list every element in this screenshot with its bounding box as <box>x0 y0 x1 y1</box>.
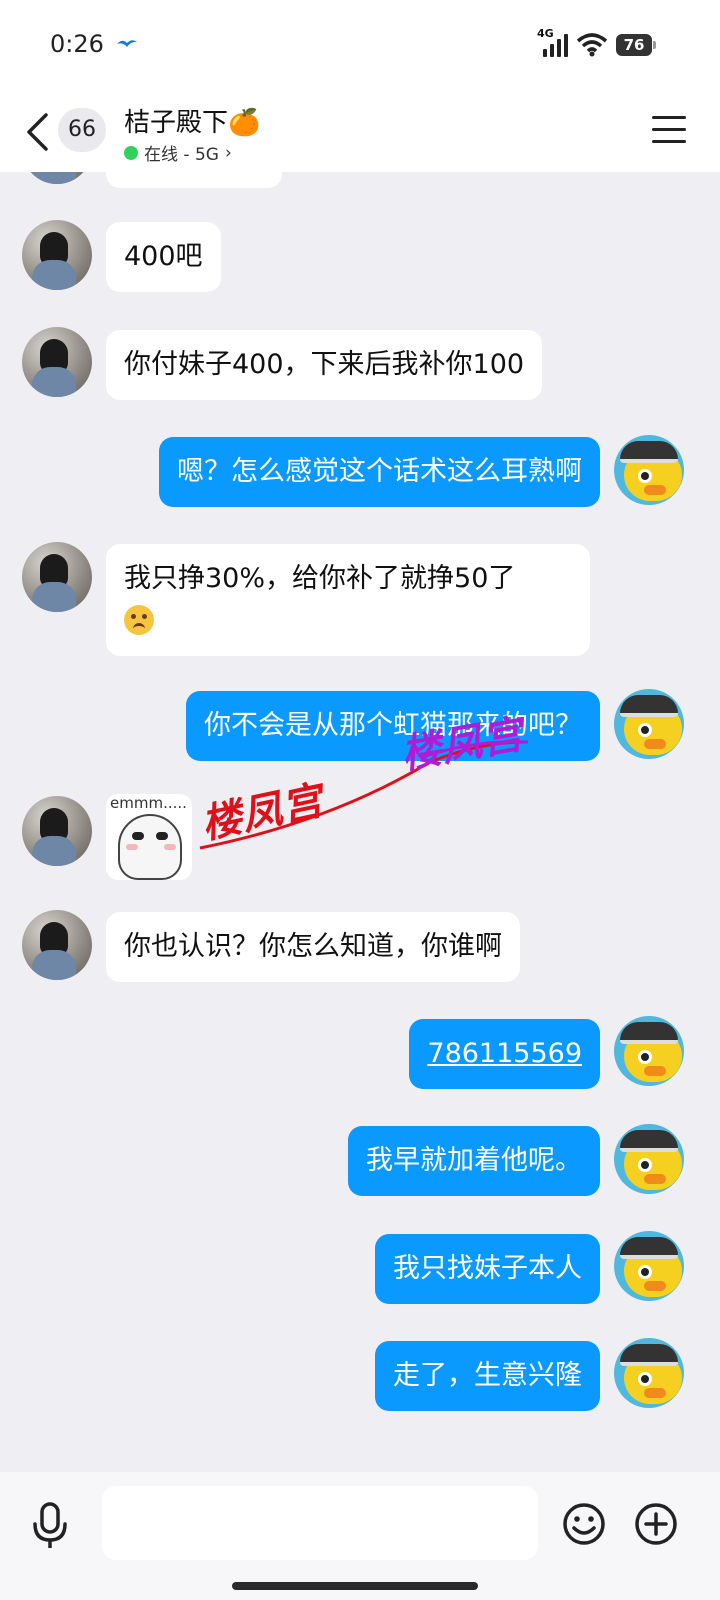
unread-count-badge[interactable]: 66 <box>58 108 106 152</box>
status-text: 在线 - 5G <box>144 145 219 165</box>
qq-number-link[interactable]: 786115569 <box>409 1019 600 1089</box>
message-bubble-incoming[interactable]: 你也认识？你怎么知道，你谁啊 <box>106 912 520 982</box>
watermark-swoosh <box>199 740 529 850</box>
status-bar: 0:26 4G 76 <box>0 0 720 92</box>
wifi-icon <box>576 33 608 57</box>
bird-notification-icon <box>117 40 137 47</box>
contact-status[interactable]: 在线 - 5G › <box>124 140 232 165</box>
chevron-right-icon: › <box>224 142 232 163</box>
network-type-label: 4G <box>537 27 554 40</box>
back-icon[interactable] <box>24 112 50 152</box>
status-icons: 4G 76 <box>537 27 656 60</box>
message-bubble-outgoing[interactable]: 走了，生意兴隆 <box>375 1341 600 1411</box>
input-bar <box>0 1472 720 1600</box>
message-input[interactable] <box>102 1486 538 1560</box>
my-avatar[interactable] <box>614 1124 684 1194</box>
menu-icon[interactable] <box>652 116 686 146</box>
my-avatar[interactable] <box>614 1231 684 1301</box>
online-dot-icon <box>124 145 138 160</box>
mic-icon[interactable] <box>30 1500 70 1550</box>
status-time: 0:26 <box>50 30 104 58</box>
cellular-signal-icon: 4G <box>537 27 568 57</box>
home-indicator[interactable] <box>232 1582 478 1590</box>
plus-icon[interactable] <box>634 1502 678 1546</box>
contact-name[interactable]: 桔子殿下🍊 <box>124 102 260 139</box>
battery-icon: 76 <box>616 34 656 56</box>
chat-header: 66 桔子殿下🍊 在线 - 5G › <box>0 92 720 172</box>
my-avatar[interactable] <box>614 1338 684 1408</box>
message-bubble-outgoing[interactable]: 我早就加着他呢。 <box>348 1126 600 1196</box>
chat-messages[interactable]: 400吧 你付妹子400，下来后我补你100 嗯？怎么感觉这个话术这么耳熟啊 我… <box>0 172 720 1472</box>
contact-avatar[interactable] <box>22 910 92 980</box>
emoji-icon[interactable] <box>562 1502 606 1546</box>
message-bubble-outgoing[interactable]: 我只找妹子本人 <box>375 1234 600 1304</box>
my-avatar[interactable] <box>614 1016 684 1086</box>
